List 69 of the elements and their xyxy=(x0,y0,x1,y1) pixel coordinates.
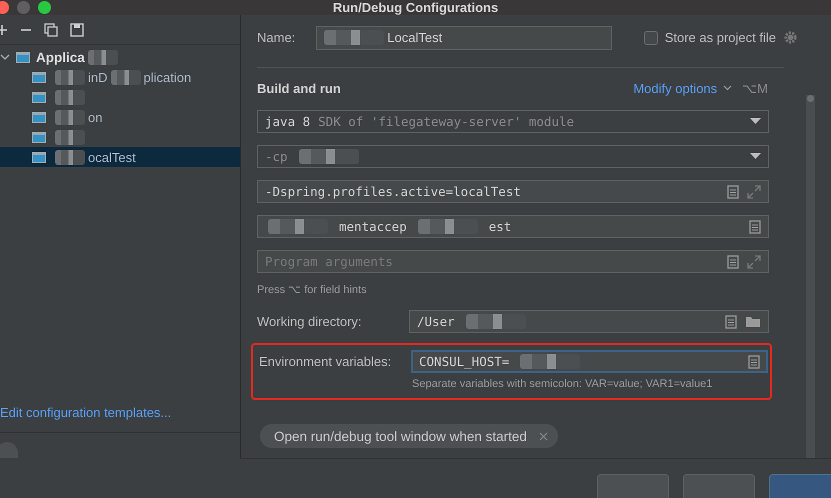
tree-item[interactable]: Applica xyxy=(0,47,240,68)
scrollbar[interactable] xyxy=(806,95,815,458)
input-field[interactable]: -Dspring.profiles.active=localTest xyxy=(257,180,769,204)
expand-icon[interactable] xyxy=(747,254,761,269)
expand-icon[interactable] xyxy=(747,184,761,199)
document-icon[interactable] xyxy=(748,354,760,369)
folder-icon[interactable] xyxy=(745,315,761,328)
tree-label: inD xyxy=(88,70,108,85)
chevron-icon xyxy=(723,85,732,92)
window-icon xyxy=(32,92,46,103)
window-icon xyxy=(16,52,30,63)
document-icon[interactable] xyxy=(749,220,761,234)
document-icon[interactable] xyxy=(727,184,739,199)
redaction-patch xyxy=(466,314,526,330)
window-icon xyxy=(32,72,46,83)
window-icon xyxy=(32,112,46,123)
save-icon[interactable] xyxy=(70,22,84,37)
minimize-icon[interactable] xyxy=(17,1,30,14)
gear-icon[interactable] xyxy=(783,30,798,46)
input-field[interactable]: CONSUL_HOST= xyxy=(411,350,768,374)
input-field[interactable]: /User xyxy=(409,310,769,334)
option-chip[interactable]: Open run/debug tool window when started xyxy=(260,424,558,448)
redaction-patch xyxy=(88,50,118,65)
tree-item[interactable]: inD plication xyxy=(0,67,240,88)
zoom-icon[interactable] xyxy=(38,1,51,14)
tree-label: plication xyxy=(144,70,192,85)
tree-label: ocalTest xyxy=(88,150,136,165)
window-icon xyxy=(32,132,46,143)
close-icon[interactable] xyxy=(538,432,548,441)
document-icon[interactable] xyxy=(727,254,739,269)
checkbox[interactable] xyxy=(644,30,658,45)
section-title: Build and run xyxy=(257,80,341,96)
redaction-patch xyxy=(324,30,384,46)
dropdown-field[interactable]: -cp xyxy=(257,145,769,168)
modify-options-link[interactable]: Modify options xyxy=(633,80,732,96)
name-field[interactable]: LocalTest xyxy=(316,26,612,50)
redaction-patch xyxy=(55,70,85,85)
tree-item[interactable]: ocalTest xyxy=(0,147,240,168)
store-label: Store as project file xyxy=(664,30,776,46)
redaction-patch xyxy=(55,110,85,125)
copy-icon[interactable] xyxy=(44,22,58,37)
field-hint: Press ⌥ for field hints xyxy=(257,283,368,296)
redaction-patch xyxy=(55,130,85,145)
tree-item[interactable]: on xyxy=(0,107,240,128)
window-title: Run/Debug Configurations xyxy=(332,0,498,16)
input-field[interactable]: mentaccep est xyxy=(257,215,769,238)
redaction-patch xyxy=(268,219,328,234)
redaction-patch xyxy=(520,354,580,370)
chevron-icon[interactable] xyxy=(0,52,10,62)
document-icon[interactable] xyxy=(725,314,737,329)
dropdown-caret-icon[interactable] xyxy=(750,153,761,160)
dialog-button[interactable] xyxy=(683,474,755,498)
redaction-patch xyxy=(110,70,141,85)
working-directory-label: Working directory: xyxy=(257,314,363,330)
redaction-patch xyxy=(298,149,359,164)
redaction-patch xyxy=(418,219,478,234)
redaction-patch xyxy=(55,150,85,165)
name-label: Name: xyxy=(257,30,296,46)
window-icon xyxy=(32,152,46,163)
edit-templates-link[interactable]: Edit configuration templates... xyxy=(0,404,240,432)
dialog-button[interactable] xyxy=(597,474,669,498)
dropdown-caret-icon[interactable] xyxy=(750,118,761,126)
environment-hint: Separate variables with semicolon: VAR=value; VAR1=value1 xyxy=(412,378,714,390)
shortcut-label: ⌥M xyxy=(742,80,768,96)
environment-label: Environment variables: xyxy=(259,354,392,370)
redaction-patch xyxy=(55,90,85,105)
tree-label: Applica xyxy=(36,50,85,65)
dropdown-field[interactable]: java 8 SDK of 'filegateway-server' module xyxy=(257,110,769,134)
tree-label: on xyxy=(88,110,102,125)
